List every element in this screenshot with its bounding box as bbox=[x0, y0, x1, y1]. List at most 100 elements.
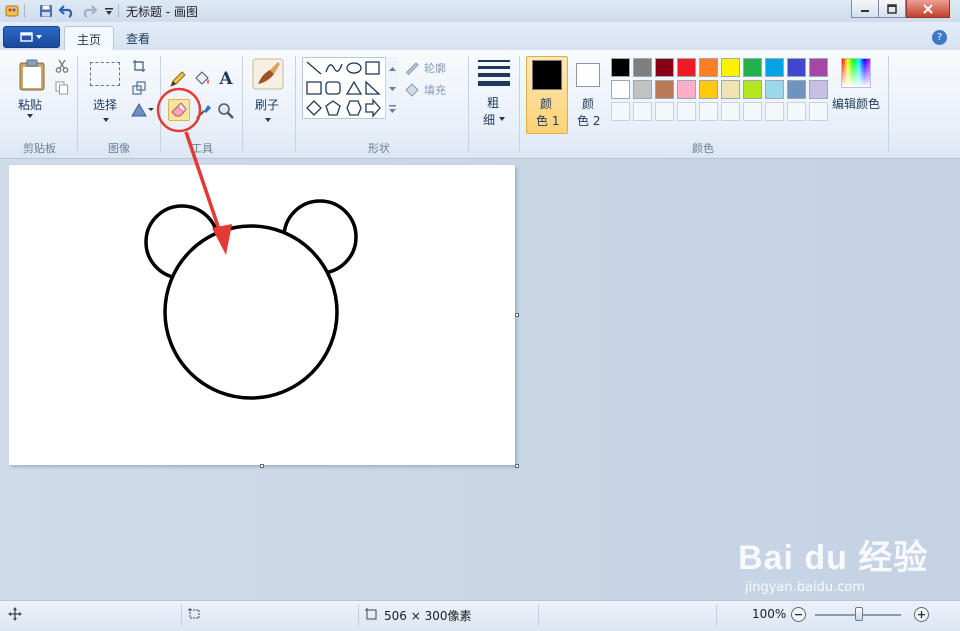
highlight-circle bbox=[156, 87, 202, 133]
zoom-out-icon[interactable] bbox=[791, 607, 806, 622]
palette-custom-slot[interactable] bbox=[721, 102, 740, 121]
status-divider bbox=[358, 604, 359, 626]
resize-handle-right[interactable] bbox=[515, 313, 519, 317]
color1-swatch[interactable] bbox=[532, 60, 562, 90]
window-title: 无标题 - 画图 bbox=[126, 5, 198, 19]
size-label-line1[interactable]: 粗 bbox=[487, 94, 499, 111]
zoom-slider-thumb[interactable] bbox=[855, 607, 863, 621]
help-icon[interactable]: ? bbox=[932, 30, 947, 45]
paste-dropdown-icon[interactable] bbox=[27, 114, 33, 118]
palette-swatch[interactable] bbox=[655, 80, 674, 99]
palette-swatch[interactable] bbox=[787, 58, 806, 77]
divider bbox=[118, 4, 119, 18]
palette-custom-slot[interactable] bbox=[787, 102, 806, 121]
palette-custom-slot[interactable] bbox=[699, 102, 718, 121]
palette-custom-slot[interactable] bbox=[633, 102, 652, 121]
minimize-button[interactable] bbox=[851, 0, 879, 18]
size-label-line2[interactable]: 细 bbox=[483, 111, 495, 128]
color1-label-line2: 色 1 bbox=[536, 114, 560, 128]
palette-custom-slot[interactable] bbox=[743, 102, 762, 121]
palette-swatch[interactable] bbox=[721, 58, 740, 77]
select-dropdown-icon[interactable] bbox=[103, 118, 109, 122]
palette-swatch[interactable] bbox=[787, 80, 806, 99]
palette-swatch[interactable] bbox=[809, 58, 828, 77]
tab-home[interactable]: 主页 bbox=[64, 26, 115, 51]
palette-swatch[interactable] bbox=[633, 80, 652, 99]
zoom-in-icon[interactable] bbox=[914, 607, 929, 622]
status-divider bbox=[538, 604, 539, 626]
eraser-highlight-annotation bbox=[156, 87, 232, 255]
undo-icon[interactable] bbox=[58, 2, 75, 19]
fill-icon[interactable] bbox=[404, 81, 420, 97]
palette-swatch[interactable] bbox=[611, 80, 630, 99]
palette-swatch[interactable] bbox=[611, 58, 630, 77]
divider bbox=[24, 4, 25, 18]
palette-swatch[interactable] bbox=[721, 80, 740, 99]
color2-label-line2[interactable]: 色 2 bbox=[577, 112, 600, 129]
palette-custom-slot[interactable] bbox=[611, 102, 630, 121]
group-separator bbox=[468, 56, 469, 152]
palette-swatch[interactable] bbox=[699, 58, 718, 77]
palette-swatch[interactable] bbox=[655, 58, 674, 77]
canvas-size-text: 506 × 300像素 bbox=[384, 609, 472, 623]
cursor-position-icon bbox=[8, 607, 22, 621]
highlight-arrow-head bbox=[212, 224, 232, 255]
resize-handle-bottom[interactable] bbox=[260, 464, 264, 468]
outline-icon[interactable] bbox=[404, 59, 420, 75]
palette-swatch[interactable] bbox=[765, 80, 784, 99]
palette-custom-slot[interactable] bbox=[655, 102, 674, 121]
select-icon[interactable] bbox=[90, 62, 120, 86]
selection-size-icon bbox=[187, 607, 201, 621]
colors-group-label: 颜色 bbox=[692, 142, 714, 155]
resize-handle-corner[interactable] bbox=[515, 464, 519, 468]
drawing-canvas[interactable] bbox=[9, 165, 515, 465]
customize-toolbar-icon[interactable] bbox=[100, 2, 117, 19]
palette-swatch[interactable] bbox=[677, 58, 696, 77]
fill-button[interactable]: 填充 bbox=[424, 82, 446, 98]
palette-swatch[interactable] bbox=[743, 80, 762, 99]
color1-label-line1: 颜 bbox=[540, 97, 553, 111]
color2-swatch[interactable] bbox=[576, 63, 600, 87]
canvas-size-icon bbox=[364, 607, 378, 621]
shapes-group-label: 形状 bbox=[368, 142, 390, 155]
group-separator bbox=[888, 56, 889, 152]
redo-icon[interactable] bbox=[80, 2, 97, 19]
image-group-label: 图像 bbox=[108, 142, 130, 155]
palette-swatch[interactable] bbox=[633, 58, 652, 77]
color-palette bbox=[611, 58, 831, 124]
outline-button[interactable]: 轮廓 bbox=[424, 60, 446, 76]
line-size-icon[interactable] bbox=[478, 60, 510, 86]
crop-icon[interactable] bbox=[132, 59, 146, 73]
cut-icon[interactable] bbox=[55, 59, 69, 73]
palette-custom-slot[interactable] bbox=[765, 102, 784, 121]
palette-custom-slot[interactable] bbox=[677, 102, 696, 121]
shapes-scrollbar[interactable] bbox=[385, 57, 399, 119]
palette-swatch[interactable] bbox=[743, 58, 762, 77]
group-separator bbox=[519, 56, 520, 152]
clipboard-icon[interactable] bbox=[16, 58, 48, 92]
tab-view[interactable]: 查看 bbox=[114, 26, 162, 50]
palette-swatch[interactable] bbox=[699, 80, 718, 99]
edit-colors-button[interactable]: 编辑颜色 bbox=[832, 95, 880, 112]
copy-icon[interactable] bbox=[55, 81, 69, 95]
shapes-gallery bbox=[302, 57, 398, 119]
brushes-dropdown-icon[interactable] bbox=[265, 118, 271, 122]
status-divider bbox=[181, 604, 182, 626]
close-button[interactable] bbox=[906, 0, 950, 18]
resize-icon[interactable] bbox=[132, 81, 146, 95]
save-icon[interactable] bbox=[37, 2, 54, 19]
color2-label-line1[interactable]: 颜 bbox=[582, 95, 594, 112]
palette-swatch[interactable] bbox=[809, 80, 828, 99]
select-button[interactable]: 选择 bbox=[93, 96, 117, 113]
edit-colors-icon[interactable] bbox=[841, 58, 871, 88]
paint-app-icon[interactable] bbox=[3, 2, 20, 19]
size-dropdown-icon[interactable] bbox=[499, 117, 505, 121]
maximize-button[interactable] bbox=[878, 0, 906, 18]
paste-button[interactable]: 粘贴 bbox=[18, 96, 42, 113]
group-separator bbox=[295, 56, 296, 152]
palette-custom-slot[interactable] bbox=[809, 102, 828, 121]
status-divider bbox=[716, 604, 717, 626]
palette-swatch[interactable] bbox=[765, 58, 784, 77]
palette-swatch[interactable] bbox=[677, 80, 696, 99]
app-menu-button[interactable] bbox=[3, 26, 60, 48]
